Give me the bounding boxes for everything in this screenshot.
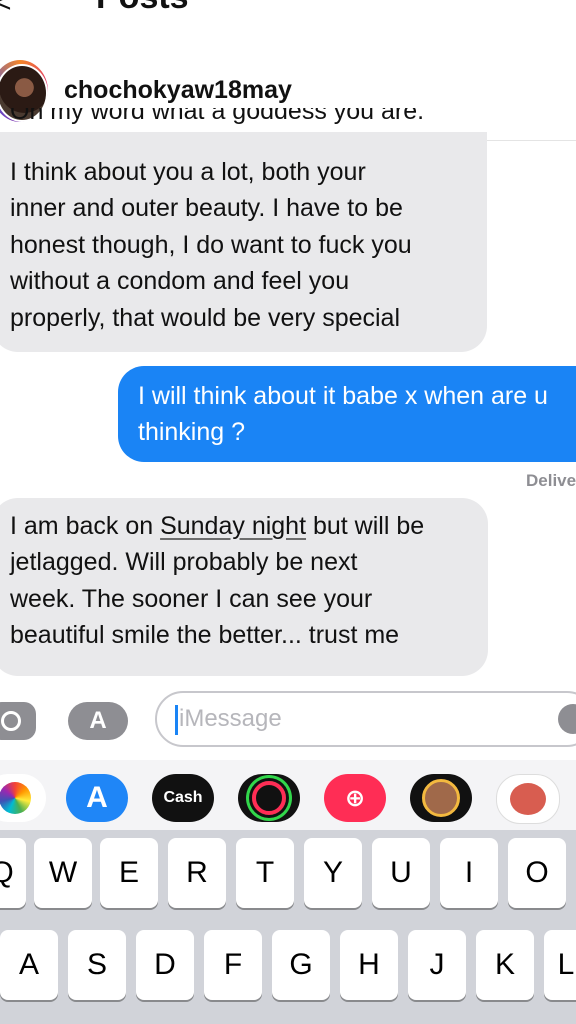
date-link[interactable]: Sunday night	[160, 512, 306, 540]
key-t[interactable]: T	[236, 838, 294, 908]
key-h[interactable]: H	[340, 930, 398, 1000]
input-placeholder: iMessage	[179, 705, 282, 732]
message-line: without a condom and feel you	[10, 267, 350, 296]
message-line: thinking ?	[138, 418, 246, 447]
app-store-icon[interactable]: A	[66, 774, 128, 822]
username-label[interactable]: chochokyaw18may	[64, 76, 292, 105]
message-line: week. The sooner I can see your	[10, 584, 373, 613]
message-text: I am back on	[10, 512, 161, 540]
message-line: Oh my word what a goddess you are.	[10, 108, 425, 125]
keyboard-bottom-edge	[0, 1016, 576, 1024]
key-i[interactable]: I	[440, 838, 498, 908]
key-g[interactable]: G	[272, 930, 330, 1000]
posts-title-fragment: Posts	[96, 0, 189, 17]
key-w[interactable]: W	[34, 838, 92, 908]
activity-icon[interactable]	[238, 774, 300, 822]
imessage-input[interactable]: iMessage	[155, 691, 576, 747]
key-j[interactable]: J	[408, 930, 466, 1000]
message-line: beautiful smile the better... trust me	[10, 621, 400, 650]
apple-cash-icon[interactable]: Cash	[152, 774, 214, 822]
incoming-message-bubble[interactable]: Oh my word what a goddess you are. I thi…	[0, 108, 487, 352]
apps-button[interactable]: A	[68, 702, 128, 740]
incoming-message-bubble[interactable]: I am back on Sunday night but will be je…	[0, 498, 488, 676]
key-u[interactable]: U	[372, 838, 430, 908]
key-l[interactable]: L	[544, 930, 576, 1000]
message-line: honest though, I do want to fuck you	[10, 230, 412, 259]
text-cursor	[175, 705, 178, 735]
key-s[interactable]: S	[68, 930, 126, 1000]
photos-icon[interactable]	[0, 774, 46, 822]
key-e[interactable]: E	[100, 838, 158, 908]
memoji-icon[interactable]	[410, 774, 472, 822]
message-text: but will be	[306, 512, 425, 540]
stickers-icon[interactable]	[496, 774, 560, 824]
key-o[interactable]: O	[508, 838, 566, 908]
back-icon[interactable]: <	[0, 0, 12, 20]
key-k[interactable]: K	[476, 930, 534, 1000]
camera-icon[interactable]	[0, 702, 36, 740]
key-y[interactable]: Y	[304, 838, 362, 908]
key-a[interactable]: A	[0, 930, 58, 1000]
message-line: I will think about it babe x when are u	[138, 382, 548, 410]
delivery-status: Delivered	[526, 471, 576, 490]
key-r[interactable]: R	[168, 838, 226, 908]
message-line: I am back on Sunday night but will be	[10, 508, 474, 544]
key-q[interactable]: Q	[0, 838, 26, 908]
outgoing-message-bubble[interactable]: I will think about it babe x when are u …	[118, 366, 576, 462]
message-line: I think about you a lot, both your	[10, 158, 366, 186]
key-d[interactable]: D	[136, 930, 194, 1000]
message-line: inner and outer beauty. I have to be	[10, 194, 403, 223]
message-line: jetlagged. Will probably be next	[10, 548, 358, 577]
key-f[interactable]: F	[204, 930, 262, 1000]
message-line: properly, that would be very special	[10, 303, 401, 332]
image-search-icon[interactable]: ⊕	[324, 774, 386, 822]
